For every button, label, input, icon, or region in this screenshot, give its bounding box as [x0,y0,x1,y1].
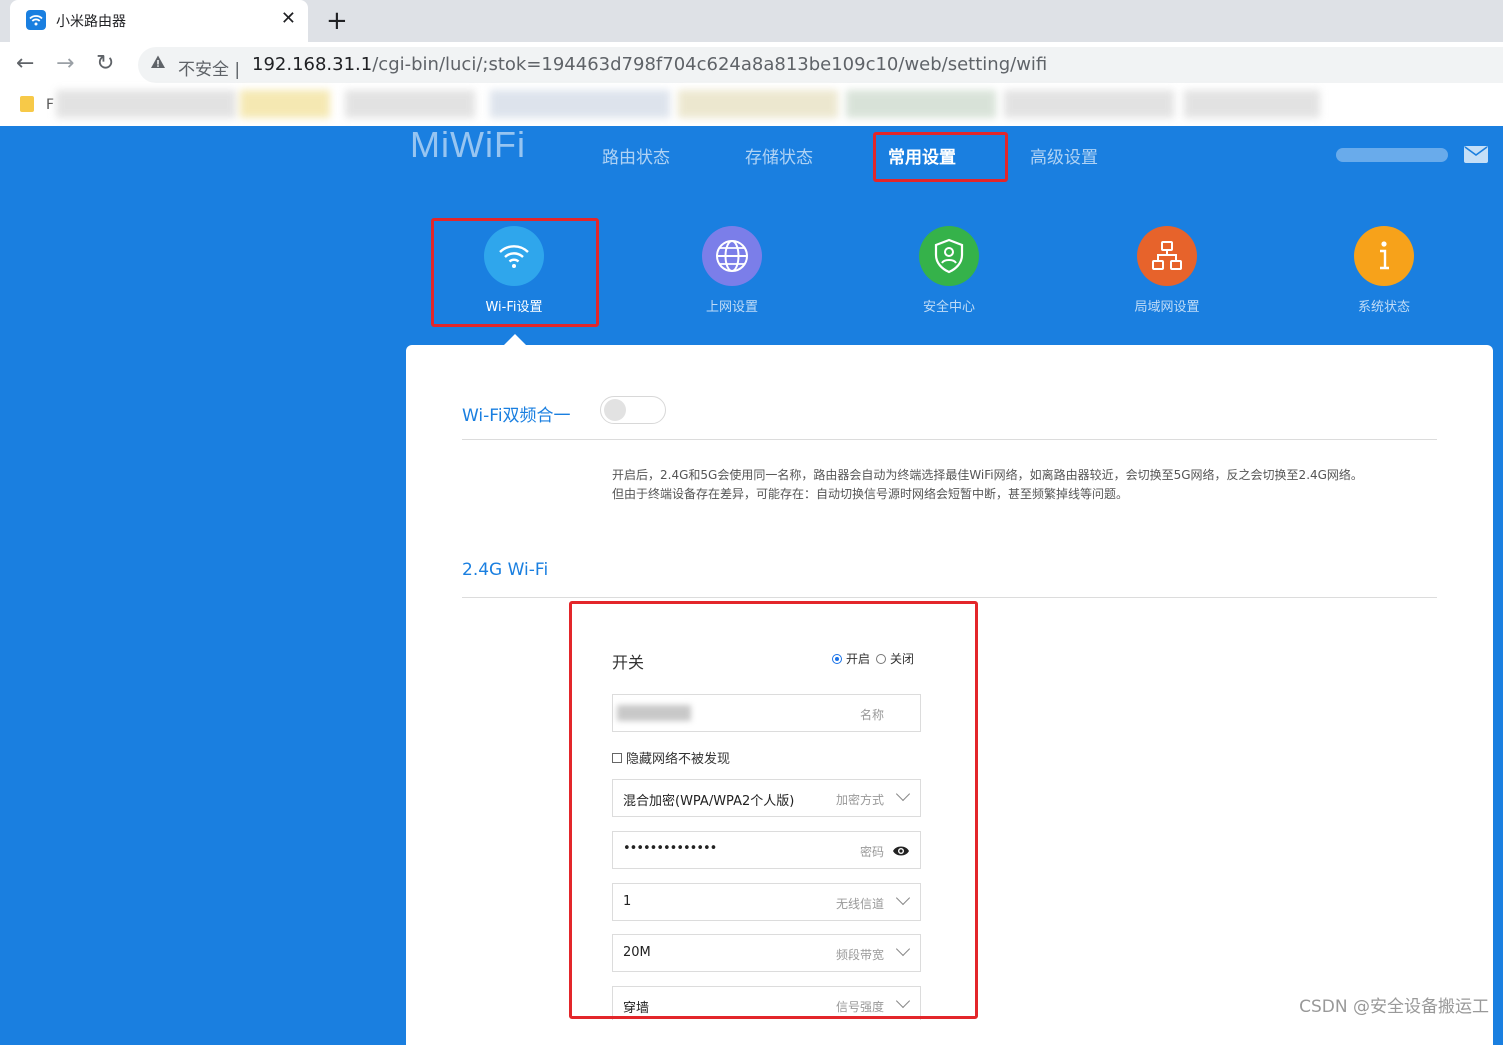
tab-pointer [504,334,526,345]
category-system-status[interactable]: 系统状态 [1309,226,1459,315]
bookmark-label[interactable]: F [46,97,54,113]
bookmark-item[interactable] [345,90,475,118]
url-path: /cgi-bin/luci/;stok=194463d798f704c624a8… [372,54,1048,75]
bookmark-item[interactable] [1184,90,1320,118]
divider [462,439,1437,440]
bookmark-item[interactable] [678,90,838,118]
url-text[interactable]: 192.168.31.1/cgi-bin/luci/;stok=194463d7… [252,54,1047,75]
dual-band-toggle[interactable] [600,396,666,424]
wifi-favicon-icon [26,10,46,30]
mail-icon[interactable] [1464,146,1488,163]
category-label: 上网设置 [705,300,758,315]
wifi-24g-title: 2.4G Wi-Fi [462,560,549,580]
shield-icon [919,226,979,286]
nav-router-status[interactable]: 路由状态 [602,143,670,168]
bookmark-item[interactable] [490,90,670,118]
highlight-box [431,218,599,327]
info-icon [1354,226,1414,286]
highlight-box [873,132,1008,182]
bookmark-item[interactable] [240,90,330,118]
miwifi-logo[interactable]: MiWiFi [410,124,526,166]
bookmark-item[interactable] [846,90,996,118]
category-lan-settings[interactable]: 局域网设置 [1092,226,1242,315]
address-bar[interactable]: 不安全 | 192.168.31.1/cgi-bin/luci/;stok=19… [138,47,1503,83]
back-icon[interactable]: ← [16,51,34,76]
bookmarks-bar: F [0,88,1503,126]
nav-advanced-settings[interactable]: 高级设置 [1030,143,1098,168]
description-line: 但由于终端设备存在差异，可能存在：自动切换信号源时网络会短暂中断，甚至频繁掉线等… [612,487,1129,501]
divider [462,597,1437,598]
dual-band-description: 开启后，2.4G和5G会使用同一名称，路由器会自动为终端选择最佳WiFi网络，如… [612,466,1442,504]
dual-band-title: Wi-Fi双频合一 [462,406,571,426]
user-account[interactable] [1336,148,1448,162]
category-label: 系统状态 [1357,300,1410,315]
category-label: 局域网设置 [1134,300,1200,315]
bookmark-folder-icon[interactable] [20,96,34,112]
url-host: 192.168.31.1 [252,54,373,75]
reload-icon[interactable]: ↻ [96,51,114,76]
tab-title: 小米路由器 [56,14,126,30]
description-line: 开启后，2.4G和5G会使用同一名称，路由器会自动为终端选择最佳WiFi网络，如… [612,468,1363,482]
globe-icon [702,226,762,286]
category-label: 安全中心 [922,300,975,315]
warning-triangle-icon[interactable] [150,54,166,74]
new-tab-button[interactable]: + [326,6,348,36]
browser-toolbar: ← → ↻ 不安全 | 192.168.31.1/cgi-bin/luci/;s… [0,42,1503,88]
close-tab-icon[interactable]: ✕ [281,8,296,29]
category-security-center[interactable]: 安全中心 [874,226,1024,315]
watermark: CSDN @安全设备搬运工 [1299,997,1489,1017]
bookmark-item[interactable] [56,90,236,118]
bookmark-item[interactable] [1004,90,1174,118]
category-internet-settings[interactable]: 上网设置 [657,226,807,315]
toggle-knob [604,399,626,421]
browser-tabstrip: 小米路由器 ✕ + [0,0,1503,42]
nav-storage-status[interactable]: 存储状态 [745,143,813,168]
not-secure-label[interactable]: 不安全 | [178,55,240,80]
forward-icon[interactable]: → [56,51,74,76]
network-topology-icon [1137,226,1197,286]
highlight-box [569,601,978,1019]
browser-tab[interactable]: 小米路由器 ✕ [10,0,308,42]
